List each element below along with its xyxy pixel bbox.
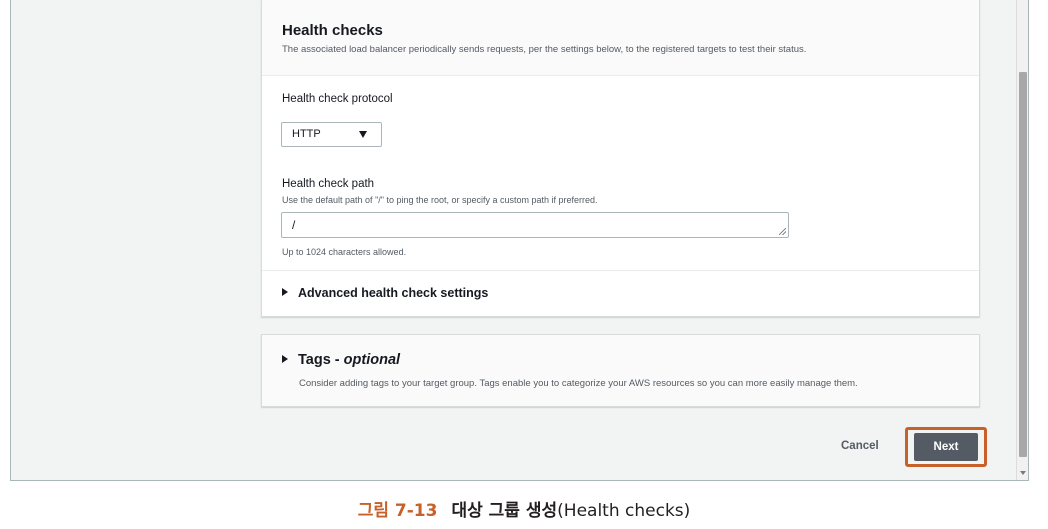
tags-description: Consider adding tags to your target grou… [299,378,858,389]
path-constraint: Up to 1024 characters allowed. [282,247,407,257]
figure-caption: 그림 7-13 대상 그룹 생성(Health checks) [0,496,1048,521]
browser-viewport: Health checks The associated load balanc… [10,0,1029,481]
caption-title-english: (Health checks) [557,501,691,521]
advanced-settings-toggle[interactable]: Advanced health check settings [282,286,488,300]
scroll-down-arrow-icon[interactable] [1020,471,1026,475]
health-checks-header: Health checks The associated load balanc… [262,0,979,76]
path-value: / [292,218,296,232]
cancel-button[interactable]: Cancel [841,440,879,452]
section-divider [262,270,979,271]
tags-title-label: Tags - [298,352,344,368]
path-input[interactable]: / [281,212,789,238]
caret-right-icon [282,288,288,296]
dropdown-arrow-icon [359,131,367,138]
tags-optional-label: optional [343,352,401,368]
protocol-label: Health check protocol [282,93,393,105]
health-checks-panel: Health checks The associated load balanc… [261,0,980,317]
health-checks-description: The associated load balancer periodicall… [282,44,807,55]
protocol-select[interactable]: HTTP [281,122,382,147]
tags-toggle[interactable]: Tags - optional [282,352,400,368]
figure-number: 그림 7-13 [357,501,438,521]
caret-right-icon [282,355,288,363]
vertical-scrollbar[interactable] [1016,0,1028,480]
caption-title-korean: 대상 그룹 생성 [451,501,558,521]
health-checks-title: Health checks [282,22,383,39]
protocol-value: HTTP [292,128,321,140]
next-button[interactable]: Next [914,433,978,461]
path-label: Health check path [282,178,375,190]
advanced-settings-label: Advanced health check settings [298,286,489,300]
resize-handle-icon[interactable] [779,228,786,235]
tags-panel: Tags - optional Consider adding tags to … [261,334,980,407]
scrollbar-thumb[interactable] [1019,72,1027,457]
path-description: Use the default path of "/" to ping the … [282,195,598,205]
